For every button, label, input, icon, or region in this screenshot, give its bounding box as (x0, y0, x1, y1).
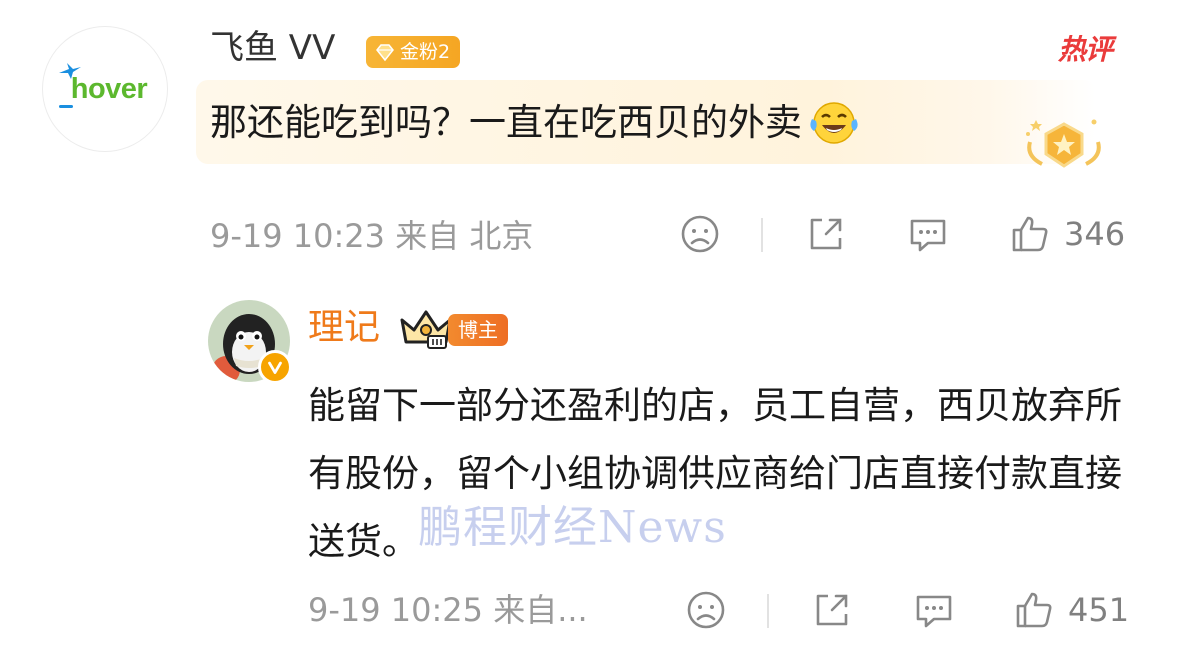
reply-username[interactable]: 理记 (308, 306, 380, 350)
like-count: 346 (1064, 215, 1126, 253)
reply-like-count: 451 (1068, 591, 1130, 629)
timestamp: 9-19 10:23 (210, 217, 386, 255)
fan-badge[interactable]: 金粉2 (366, 36, 461, 68)
blogger-badge: 博主 (448, 314, 508, 346)
like-action[interactable]: 346 (1008, 212, 1125, 256)
divider (761, 218, 763, 252)
reply-like-action[interactable]: 451 (1012, 588, 1129, 632)
avatar[interactable]: hover (42, 26, 168, 152)
comment-bubble-icon[interactable] (906, 212, 950, 256)
comment-bubble-icon[interactable] (912, 588, 956, 632)
comment-action[interactable] (906, 212, 950, 256)
thumbs-up-icon[interactable] (1008, 212, 1052, 256)
divider (767, 594, 769, 628)
share-icon[interactable] (804, 212, 848, 256)
comment-meta: 9-19 10:23 来自 北京 (210, 214, 533, 258)
username[interactable]: 飞鱼 VV (210, 26, 335, 70)
location: 来自 北京 (395, 217, 534, 255)
verified-badge-icon (258, 350, 292, 384)
frown-face-icon[interactable] (678, 212, 722, 256)
reply-text: 能留下一部分还盈利的店，员工自营，西贝放弃所有股份，留个小组协调供应商给门店直接… (308, 384, 1122, 563)
crown-gem-icon (376, 44, 394, 62)
thumbs-up-icon[interactable] (1012, 588, 1056, 632)
reply-timestamp: 9-19 10:25 (308, 591, 484, 629)
comment-text: 那还能吃到吗？一直在吃西贝的外卖 (210, 98, 860, 148)
share-action[interactable] (804, 212, 848, 256)
reply-location: 来自... (493, 591, 588, 629)
bird-icon (58, 62, 81, 79)
reply-comment-action[interactable] (912, 588, 956, 632)
reply-dislike-action[interactable] (684, 588, 728, 632)
trophy-badge-icon (1026, 119, 1101, 168)
hot-comment-label: 热评 (1058, 33, 1113, 66)
reply-share-action[interactable] (810, 588, 854, 632)
crown-icon (400, 310, 452, 349)
share-icon[interactable] (810, 588, 854, 632)
frown-face-icon[interactable] (684, 588, 728, 632)
laughing-tears-emoji-icon (810, 102, 858, 144)
dislike-action[interactable] (678, 212, 722, 256)
fan-badge-label: 金粉2 (400, 41, 451, 63)
reply-meta: 9-19 10:25 来自... (308, 588, 588, 632)
hover-logo: hover (58, 62, 148, 108)
